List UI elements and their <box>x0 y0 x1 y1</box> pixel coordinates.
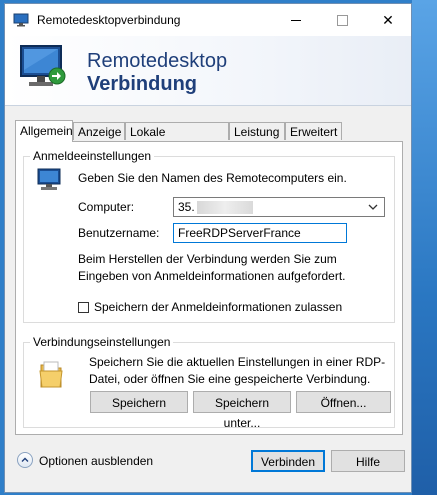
folder-icon <box>39 361 63 388</box>
save-credentials-checkbox[interactable] <box>78 302 89 313</box>
login-settings-group: Anmeldeeinstellungen Geben Sie den Namen… <box>23 149 395 323</box>
minimize-icon <box>291 19 301 21</box>
tab-erweitert[interactable]: Erweitert <box>285 122 342 140</box>
computer-icon <box>37 168 61 190</box>
title-bar[interactable]: Remotedesktopverbindung ✕ <box>5 4 411 36</box>
help-button[interactable]: Hilfe <box>331 450 405 472</box>
chevron-down-icon[interactable] <box>368 203 378 211</box>
login-intro-text: Geben Sie den Namen des Remotecomputers … <box>78 171 347 185</box>
remote-desktop-logo-icon <box>20 45 66 86</box>
tab-panel-allgemein: Anmeldeeinstellungen Geben Sie den Namen… <box>15 141 403 435</box>
window-title: Remotedesktopverbindung <box>37 13 181 27</box>
connection-settings-group: Verbindungseinstellungen Speichern Sie d… <box>23 335 395 430</box>
connection-description: Speichern Sie die aktuellen Einstellunge… <box>89 355 386 386</box>
close-button[interactable]: ✕ <box>365 4 411 36</box>
banner-title-line2: Verbindung <box>87 73 197 95</box>
redacted-address <box>196 201 253 215</box>
computer-value: 35. <box>178 200 195 214</box>
username-input[interactable]: FreeRDPServerFrance <box>173 223 347 243</box>
close-icon: ✕ <box>382 11 394 28</box>
computer-label: Computer: <box>78 200 135 214</box>
save-button[interactable]: Speichern <box>90 391 188 413</box>
save-credentials-label[interactable]: Speichern der Anmeldeinformationen zulas… <box>94 299 342 316</box>
rdp-window: Remotedesktopverbindung ✕ Remotedesktop … <box>4 3 412 493</box>
tab-anzeige[interactable]: Anzeige <box>73 122 125 140</box>
tab-lokale-ressourcen[interactable]: Lokale Ressourcen <box>125 122 229 157</box>
chevron-up-icon <box>21 457 29 462</box>
open-button[interactable]: Öffnen... <box>296 391 391 413</box>
username-label: Benutzername: <box>78 226 160 240</box>
hide-options-button[interactable] <box>17 452 33 468</box>
connection-settings-title: Verbindungseinstellungen <box>30 335 174 349</box>
credentials-info-text: Beim Herstellen der Verbindung werden Si… <box>78 252 346 283</box>
connect-button[interactable]: Verbinden <box>251 450 325 472</box>
minimize-button[interactable] <box>273 4 319 36</box>
banner-title-line1: Remotedesktop <box>87 50 228 72</box>
remote-desktop-icon <box>13 13 29 27</box>
login-settings-title: Anmeldeeinstellungen <box>30 149 155 163</box>
tab-leistung[interactable]: Leistung <box>229 122 285 140</box>
save-as-button[interactable]: Speichern unter... <box>193 391 291 430</box>
hide-options-label[interactable]: Optionen ausblenden <box>39 454 153 468</box>
computer-combobox[interactable]: 35. <box>173 197 385 217</box>
maximize-icon <box>336 14 348 26</box>
tab-allgemein[interactable]: Allgemein <box>15 120 73 142</box>
desktop-background <box>412 0 437 495</box>
maximize-button[interactable] <box>319 4 365 36</box>
banner: Remotedesktop Verbindung <box>5 36 411 106</box>
